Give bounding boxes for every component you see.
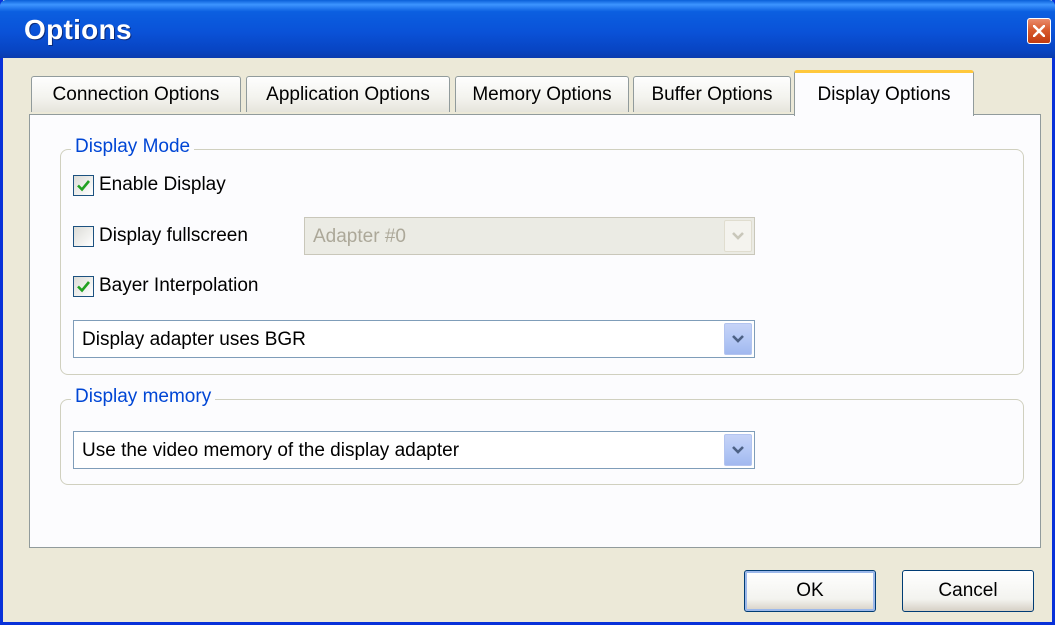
tab-connection-options[interactable]: Connection Options — [31, 76, 241, 112]
color-order-select[interactable]: Display adapter uses BGR — [73, 320, 755, 358]
checkmark-icon — [77, 280, 91, 292]
display-memory-legend: Display memory — [71, 386, 216, 408]
display-options-panel: Display Mode Enable Display Display full… — [29, 114, 1041, 548]
chevron-down-icon — [732, 446, 744, 454]
display-memory-dropdown-button[interactable] — [724, 434, 752, 466]
adapter-select-value: Adapter #0 — [313, 226, 406, 247]
adapter-select[interactable]: Adapter #0 — [304, 217, 755, 255]
chevron-down-icon — [732, 335, 744, 343]
close-button[interactable] — [1027, 18, 1051, 44]
display-memory-group: Display memory Use the video memory of t… — [60, 386, 1024, 485]
tab-buffer-options[interactable]: Buffer Options — [633, 76, 791, 112]
tab-memory-options[interactable]: Memory Options — [455, 76, 629, 112]
bayer-interpolation-label: Bayer Interpolation — [99, 275, 259, 296]
color-order-select-value: Display adapter uses BGR — [82, 329, 306, 350]
display-mode-group: Display Mode Enable Display Display full… — [60, 136, 1024, 375]
display-memory-select[interactable]: Use the video memory of the display adap… — [73, 431, 755, 469]
display-mode-legend: Display Mode — [71, 136, 195, 158]
window-title: Options — [24, 14, 132, 45]
cancel-button[interactable]: Cancel — [902, 570, 1034, 612]
tab-application-options[interactable]: Application Options — [246, 76, 450, 112]
bayer-interpolation-checkbox[interactable]: Bayer Interpolation — [73, 275, 259, 297]
display-fullscreen-label: Display fullscreen — [99, 225, 248, 246]
ok-button[interactable]: OK — [744, 570, 876, 612]
options-dialog: Options Connection Options Application O… — [0, 0, 1055, 625]
adapter-dropdown-button[interactable] — [724, 220, 752, 252]
enable-display-checkbox[interactable]: Enable Display — [73, 174, 226, 196]
display-memory-select-value: Use the video memory of the display adap… — [82, 440, 460, 461]
title-bar[interactable]: Options — [0, 0, 1055, 58]
close-icon — [1033, 25, 1045, 37]
tab-strip: Connection Options Application Options M… — [31, 70, 1031, 116]
checkbox-box[interactable] — [73, 225, 94, 247]
enable-display-label: Enable Display — [99, 174, 226, 195]
checkbox-box[interactable] — [73, 275, 94, 297]
chevron-down-icon — [732, 232, 744, 240]
checkbox-box[interactable] — [73, 174, 94, 196]
display-fullscreen-checkbox[interactable]: Display fullscreen — [73, 225, 248, 247]
checkmark-icon — [77, 179, 91, 191]
tab-display-options[interactable]: Display Options — [794, 70, 974, 116]
color-order-dropdown-button[interactable] — [724, 323, 752, 355]
